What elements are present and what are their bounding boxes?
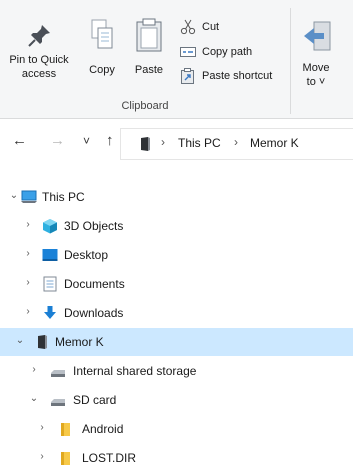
cut-label: Cut: [202, 21, 220, 33]
copy-icon: [91, 19, 113, 49]
move-to-button[interactable]: Move to ˅: [296, 8, 336, 94]
tree-item-label: SD card: [73, 393, 117, 407]
tree-item-documents[interactable]: › Documents: [0, 270, 353, 298]
phone-device-icon: [141, 137, 150, 151]
paste-button[interactable]: Paste: [128, 8, 170, 94]
clipboard-paste-icon: [136, 18, 162, 52]
tree-item-3d-objects[interactable]: › 3D Objects: [0, 212, 353, 240]
pin-to-quick-access-button[interactable]: Pin to Quick access: [0, 8, 78, 94]
copy-path-button[interactable]: Copy path: [180, 43, 280, 61]
chevron-right-icon[interactable]: ›: [22, 276, 34, 290]
chevron-right-icon[interactable]: ›: [22, 305, 34, 319]
copy-path-icon: [180, 47, 196, 57]
tree-item-label: Desktop: [64, 248, 109, 262]
downloads-icon: [44, 306, 56, 319]
desktop-icon: [42, 249, 58, 261]
chevron-right-icon[interactable]: ›: [28, 363, 40, 377]
sd-card-drive-icon: [51, 399, 65, 406]
tree-item-this-pc[interactable]: ⌄ This PC: [0, 183, 353, 211]
address-bar: ← → ˅ ↑ › This PC › Memor K: [0, 120, 353, 166]
pin-icon: [28, 25, 50, 47]
tree-item-label: Memor K: [55, 335, 104, 349]
up-button[interactable]: ↑: [106, 132, 114, 149]
chevron-down-icon[interactable]: ⌄: [28, 392, 40, 406]
clipboard-group-label: Clipboard: [121, 100, 169, 112]
tree-item-label: Internal shared storage: [73, 364, 197, 378]
breadcrumb-separator[interactable]: ›: [161, 135, 165, 149]
recent-locations-button[interactable]: ˅: [83, 134, 90, 148]
storage-drive-icon: [51, 370, 65, 377]
documents-icon: [43, 276, 57, 292]
tree-item-lost-dir[interactable]: › LOST.DIR: [0, 444, 353, 472]
tree-item-sd-card[interactable]: ⌄ SD card: [0, 386, 353, 414]
copy-label: Copy: [89, 64, 115, 76]
chevron-down-icon[interactable]: ⌄: [14, 334, 26, 348]
pin-label-line2: access: [21, 68, 57, 80]
tree-item-internal-shared-storage[interactable]: › Internal shared storage: [0, 357, 353, 385]
tree-item-downloads[interactable]: › Downloads: [0, 299, 353, 327]
tree-item-label: This PC: [42, 190, 85, 204]
phone-device-icon: [38, 335, 47, 349]
paste-shortcut-icon: [181, 68, 194, 84]
tree-item-label: LOST.DIR: [82, 451, 137, 465]
back-button[interactable]: ←: [12, 132, 27, 149]
tree-item-android[interactable]: › Android: [0, 415, 353, 443]
folder-icon: [61, 452, 70, 465]
tree-item-memor-k[interactable]: ⌄ Memor K: [0, 328, 353, 356]
chevron-right-icon[interactable]: ›: [36, 421, 48, 435]
pin-label-line1: Pin to Quick: [9, 54, 69, 66]
3d-objects-icon: [43, 219, 57, 234]
forward-button[interactable]: →: [50, 132, 65, 149]
move-label-line2: to ˅: [306, 76, 326, 88]
ribbon-home-tab: Pin to Quick access Copy Paste Cut Copy …: [0, 0, 353, 119]
breadcrumb-this-pc[interactable]: This PC: [178, 136, 221, 150]
tree-item-label: Downloads: [64, 306, 124, 320]
breadcrumb-separator[interactable]: ›: [234, 135, 238, 149]
chevron-right-icon[interactable]: ›: [36, 450, 48, 464]
copy-path-label: Copy path: [202, 46, 253, 58]
paste-shortcut-button[interactable]: Paste shortcut: [180, 67, 290, 85]
tree-item-label: 3D Objects: [64, 219, 124, 233]
breadcrumb-memor-k[interactable]: Memor K: [250, 136, 299, 150]
tree-item-desktop[interactable]: › Desktop: [0, 241, 353, 269]
chevron-right-icon[interactable]: ›: [22, 218, 34, 232]
scissors-icon: [180, 19, 196, 35]
computer-icon: [21, 190, 37, 203]
tree-item-label: Android: [82, 422, 124, 436]
tree-item-label: Documents: [64, 277, 125, 291]
ribbon-group-divider: [290, 8, 291, 114]
chevron-right-icon[interactable]: ›: [22, 247, 34, 261]
move-to-icon: [304, 21, 331, 51]
chevron-down-icon[interactable]: ⌄: [8, 189, 20, 203]
move-label-line1: Move: [302, 62, 330, 74]
copy-button[interactable]: Copy: [84, 8, 120, 94]
folder-icon: [61, 423, 70, 436]
paste-shortcut-label: Paste shortcut: [202, 70, 273, 82]
cut-button[interactable]: Cut: [180, 18, 280, 36]
paste-label: Paste: [134, 64, 164, 76]
